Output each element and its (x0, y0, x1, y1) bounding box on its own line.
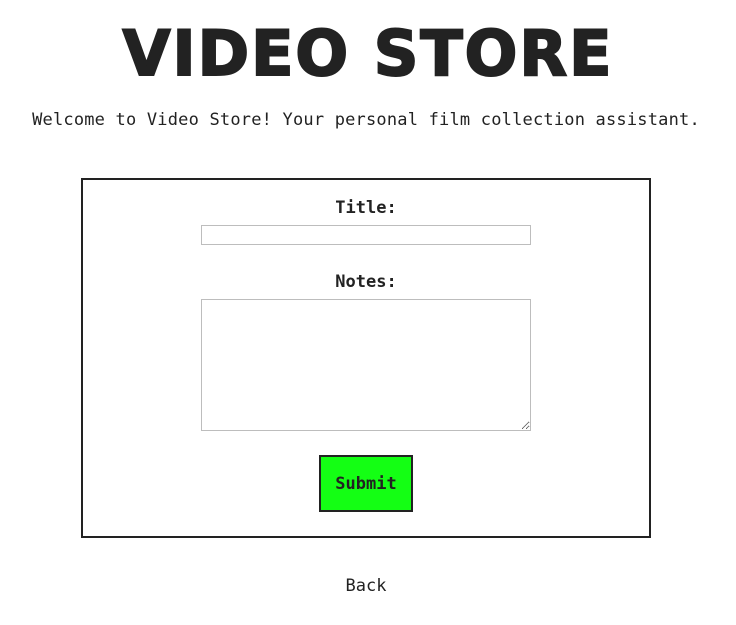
back-link-container: Back (0, 575, 732, 597)
welcome-text: Welcome to Video Store! Your personal fi… (32, 110, 700, 130)
add-film-form: Title: Notes: Submit (81, 178, 651, 538)
submit-button[interactable]: Submit (319, 455, 413, 512)
notes-label: Notes: (335, 272, 397, 292)
title-input[interactable] (201, 225, 531, 245)
title-label: Title: (335, 198, 397, 218)
notes-textarea[interactable] (201, 299, 531, 431)
back-link[interactable]: Back (346, 576, 387, 596)
page-title: VIDEO STORE (122, 16, 614, 91)
